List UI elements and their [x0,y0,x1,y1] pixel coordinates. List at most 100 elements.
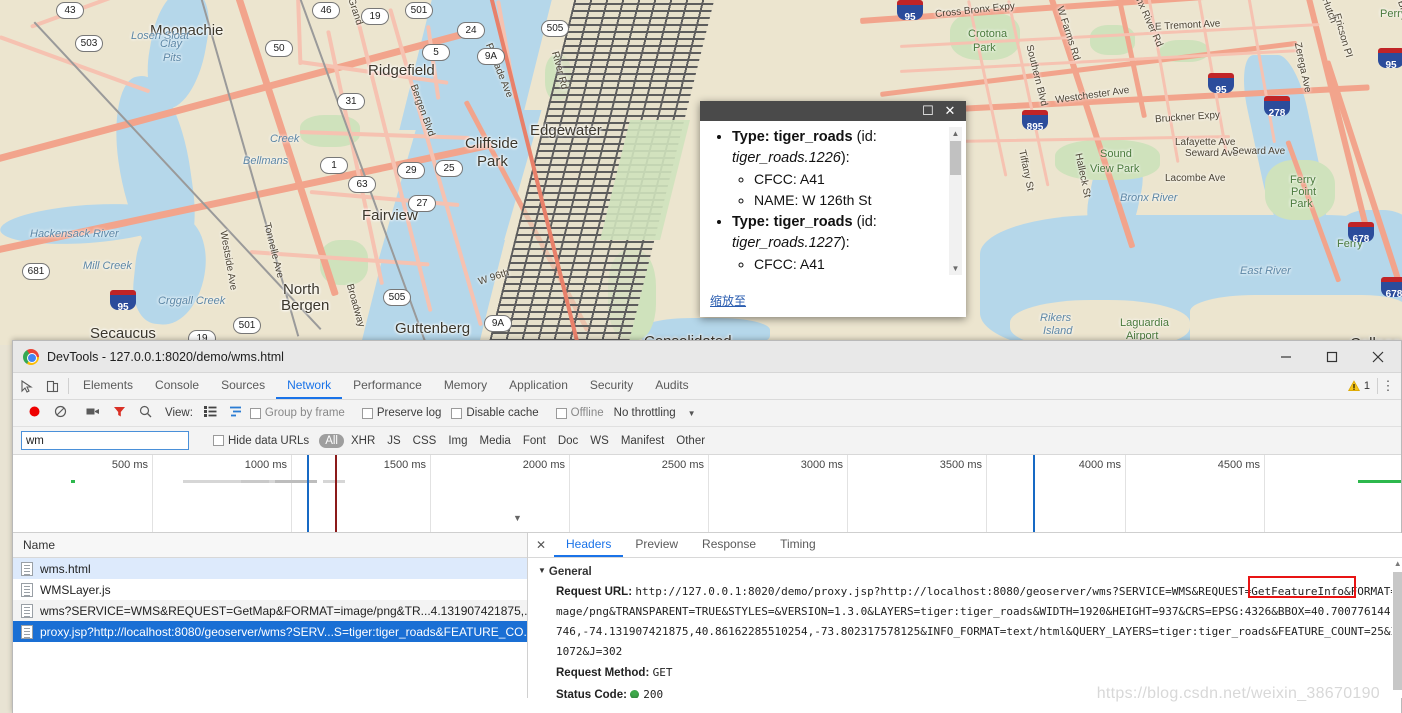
search-icon[interactable] [132,405,158,421]
status-code-label: Status Code: [556,689,627,698]
general-section-title[interactable]: ▼General [538,566,1402,578]
device-toolbar-icon[interactable] [39,373,65,399]
close-icon[interactable]: ✕ [942,103,958,119]
checkbox-icon [451,408,462,419]
caret-down-icon[interactable]: ▼ [538,566,546,575]
tab-console[interactable]: Console [144,373,210,399]
detail-tab-response[interactable]: Response [690,533,768,557]
filter-type-xhr[interactable]: XHR [346,435,380,447]
document-icon [21,562,33,576]
close-button[interactable] [1355,341,1401,372]
route-shield: 46 [312,2,340,19]
scroll-up-arrow-icon[interactable]: ▲ [949,127,962,140]
list-scroll-down-icon[interactable]: ▼ [513,513,1399,523]
record-icon[interactable] [21,405,47,421]
hide-data-urls-checkbox[interactable]: Hide data URLs [213,435,309,447]
table-row[interactable]: wms?SERVICE=WMS&REQUEST=GetMap&FORMAT=im… [13,600,527,621]
route-shield: 501 [233,317,261,334]
funnel-icon[interactable] [106,405,132,421]
timeline-tick-label: 2500 ms [662,459,708,471]
camera-icon[interactable] [80,405,106,421]
preserve-log-checkbox[interactable]: Preserve log [362,407,442,419]
scrollbar-thumb[interactable] [950,141,961,175]
network-filter-bar: Hide data URLs AllXHRJSCSSImgMediaFontDo… [13,427,1401,455]
filter-type-img[interactable]: Img [443,435,472,447]
popup-scrollbar[interactable]: ▲ ▼ [949,127,962,275]
warning-triangle-icon [1348,380,1360,392]
interstate-shield: 95 [110,290,136,310]
list-view-icon[interactable] [198,406,224,420]
maximize-button[interactable] [1309,341,1355,372]
tab-security[interactable]: Security [579,373,644,399]
filter-type-media[interactable]: Media [475,435,516,447]
inspect-element-icon[interactable] [13,373,39,399]
tab-sources[interactable]: Sources [210,373,276,399]
clear-icon[interactable] [47,405,73,421]
detail-tab-timing[interactable]: Timing [768,533,828,557]
tab-elements[interactable]: Elements [72,373,144,399]
timeline-tick-label: 3000 ms [801,459,847,471]
feature-info-popup[interactable]: ☐ ✕ Type: tiger_roads (id: tiger_roads.1… [700,101,966,317]
filter-type-js[interactable]: JS [382,435,405,447]
filter-type-font[interactable]: Font [518,435,551,447]
throttling-value: No throttling [614,407,676,419]
route-shield: 9A [477,48,505,65]
network-toolbar: View: Group by frame Preserve log Disabl… [13,400,1401,427]
route-shield: 63 [348,176,376,193]
timeline-tick-label: 4000 ms [1079,459,1125,471]
checkbox-icon [213,435,224,446]
request-url-value-line-3: 746,-74.131907421875,40.86162285510254,-… [556,622,1402,642]
window-title: DevTools - 127.0.0.1:8020/demo/wms.html [47,350,1263,364]
filter-type-ws[interactable]: WS [585,435,614,447]
preserve-log-label: Preserve log [377,407,442,419]
filter-input[interactable] [21,431,189,450]
table-row[interactable]: proxy.jsp?http://localhost:8080/geoserve… [13,621,527,642]
maximize-icon[interactable]: ☐ [920,103,936,119]
chevron-down-icon[interactable]: ▼ [688,409,696,418]
waterfall-view-icon[interactable] [224,406,250,420]
tab-performance[interactable]: Performance [342,373,433,399]
status-code-row: Status Code: 200 [538,684,1402,698]
offline-checkbox[interactable]: Offline [556,407,604,419]
detail-tab-headers[interactable]: Headers [554,533,623,557]
filter-type-all[interactable]: All [319,434,344,448]
table-row[interactable]: WMSLayer.js [13,579,527,600]
filter-type-doc[interactable]: Doc [553,435,583,447]
throttling-select[interactable]: No throttling ▼ [614,407,696,419]
script-icon [21,583,33,597]
scroll-down-arrow-icon[interactable]: ▼ [949,262,962,275]
request-url-value-line-1: http://127.0.0.1:8020/demo/proxy.jsp?htt… [635,585,1402,598]
table-row[interactable]: wms.html [13,558,527,579]
filter-type-other[interactable]: Other [671,435,710,447]
route-shield: 25 [435,160,463,177]
route-shield: 505 [383,289,411,306]
warning-count[interactable]: 1 [1348,373,1374,399]
checkbox-icon [250,408,261,419]
network-request-list[interactable]: Name wms.htmlWMSLayer.jswms?SERVICE=WMS&… [13,533,528,698]
hide-data-urls-label: Hide data URLs [228,435,309,447]
interstate-shield: 95 [1378,48,1402,68]
filter-type-css[interactable]: CSS [408,435,442,447]
route-shield: 50 [265,40,293,57]
request-url-label: Request URL: [556,586,632,598]
more-options-icon[interactable]: ⋮ [1381,373,1401,399]
route-shield: 43 [56,2,84,19]
popup-titlebar[interactable]: ☐ ✕ [700,101,966,121]
tab-memory[interactable]: Memory [433,373,498,399]
group-by-frame-checkbox[interactable]: Group by frame [250,407,345,419]
devtools-titlebar: DevTools - 127.0.0.1:8020/demo/wms.html [13,341,1401,373]
minimize-button[interactable] [1263,341,1309,372]
tab-network[interactable]: Network [276,373,342,399]
filter-type-manifest[interactable]: Manifest [616,435,669,447]
zoom-to-link[interactable]: 缩放至 [710,292,746,309]
checkbox-icon [556,408,567,419]
tab-application[interactable]: Application [498,373,579,399]
scrollbar-thumb[interactable] [1393,572,1402,690]
interstate-shield: 678 [1381,277,1402,297]
tab-audits[interactable]: Audits [644,373,699,399]
scroll-up-arrow-icon[interactable]: ▲ [1392,558,1402,570]
disable-cache-checkbox[interactable]: Disable cache [451,407,538,419]
detail-scrollbar[interactable]: ▲ [1392,558,1402,698]
close-detail-icon[interactable]: ✕ [528,533,554,557]
detail-tab-preview[interactable]: Preview [623,533,690,557]
